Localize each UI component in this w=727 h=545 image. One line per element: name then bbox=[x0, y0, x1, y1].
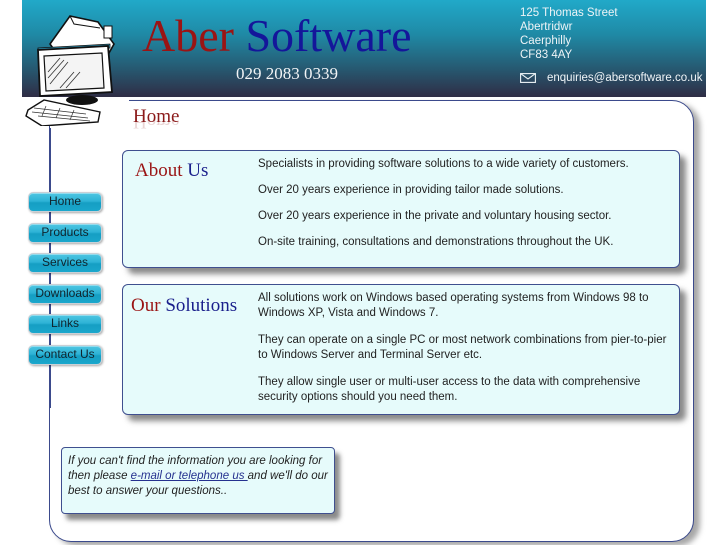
heading-word: Us bbox=[187, 160, 209, 181]
our-solutions-heading: Our Solutions bbox=[131, 295, 237, 317]
brand-word-software: Software bbox=[245, 10, 412, 61]
heading-word: About bbox=[135, 160, 183, 181]
brand-name: Aber Software bbox=[142, 10, 412, 62]
nav-home-button[interactable]: Home bbox=[28, 192, 102, 212]
nav-links-button[interactable]: Links bbox=[28, 314, 102, 334]
about-paragraph: Over 20 years experience in providing ta… bbox=[258, 184, 564, 196]
heading-word: Solutions bbox=[165, 295, 238, 316]
address-line: 125 Thomas Street bbox=[520, 7, 618, 19]
envelope-icon bbox=[520, 73, 536, 83]
about-paragraph: On-site training, consultations and demo… bbox=[258, 236, 614, 248]
about-paragraph: Specialists in providing software soluti… bbox=[258, 158, 629, 170]
nav-services-button[interactable]: Services bbox=[28, 253, 102, 273]
about-us-heading: About Us bbox=[135, 160, 208, 182]
our-solutions-section: Our Solutions All solutions work on Wind… bbox=[122, 284, 680, 415]
contact-link[interactable]: e-mail or telephone us bbox=[131, 470, 248, 482]
help-text: If you can't find the information you ar… bbox=[68, 454, 330, 499]
our-solutions-body: All solutions work on Windows based oper… bbox=[258, 291, 670, 417]
about-us-body: Specialists in providing software soluti… bbox=[258, 157, 673, 261]
solutions-paragraph: All solutions work on Windows based oper… bbox=[258, 292, 649, 319]
email-contact[interactable]: enquiries@abersoftware.co.uk bbox=[520, 72, 703, 84]
heading-word: Our bbox=[131, 295, 161, 316]
address-block: 125 Thomas Street Abertridwr Caerphilly … bbox=[520, 6, 618, 62]
phone-number: 029 2083 0339 bbox=[236, 64, 338, 83]
address-line: CF83 4AY bbox=[520, 49, 573, 61]
brand-word-aber: Aber bbox=[142, 10, 234, 61]
address-line: Abertridwr bbox=[520, 21, 573, 33]
solutions-paragraph: They can operate on a single PC or most … bbox=[258, 334, 667, 361]
nav-downloads-button[interactable]: Downloads bbox=[28, 283, 102, 304]
solutions-paragraph: They allow single user or multi-user acc… bbox=[258, 376, 641, 403]
about-us-section: About Us Specialists in providing softwa… bbox=[122, 150, 680, 268]
address-line: Caerphilly bbox=[520, 35, 572, 47]
about-paragraph: Over 20 years experience in the private … bbox=[258, 210, 612, 222]
nav-contact-us-button[interactable]: Contact Us bbox=[28, 344, 102, 365]
help-note: If you can't find the information you ar… bbox=[61, 447, 335, 514]
page-title-reflection: Home bbox=[133, 118, 180, 130]
main-nav: Home Products Services Downloads Links C… bbox=[28, 192, 105, 375]
nav-products-button[interactable]: Products bbox=[28, 222, 102, 243]
email-address[interactable]: enquiries@abersoftware.co.uk bbox=[547, 72, 703, 84]
computer-icon bbox=[25, 15, 115, 126]
